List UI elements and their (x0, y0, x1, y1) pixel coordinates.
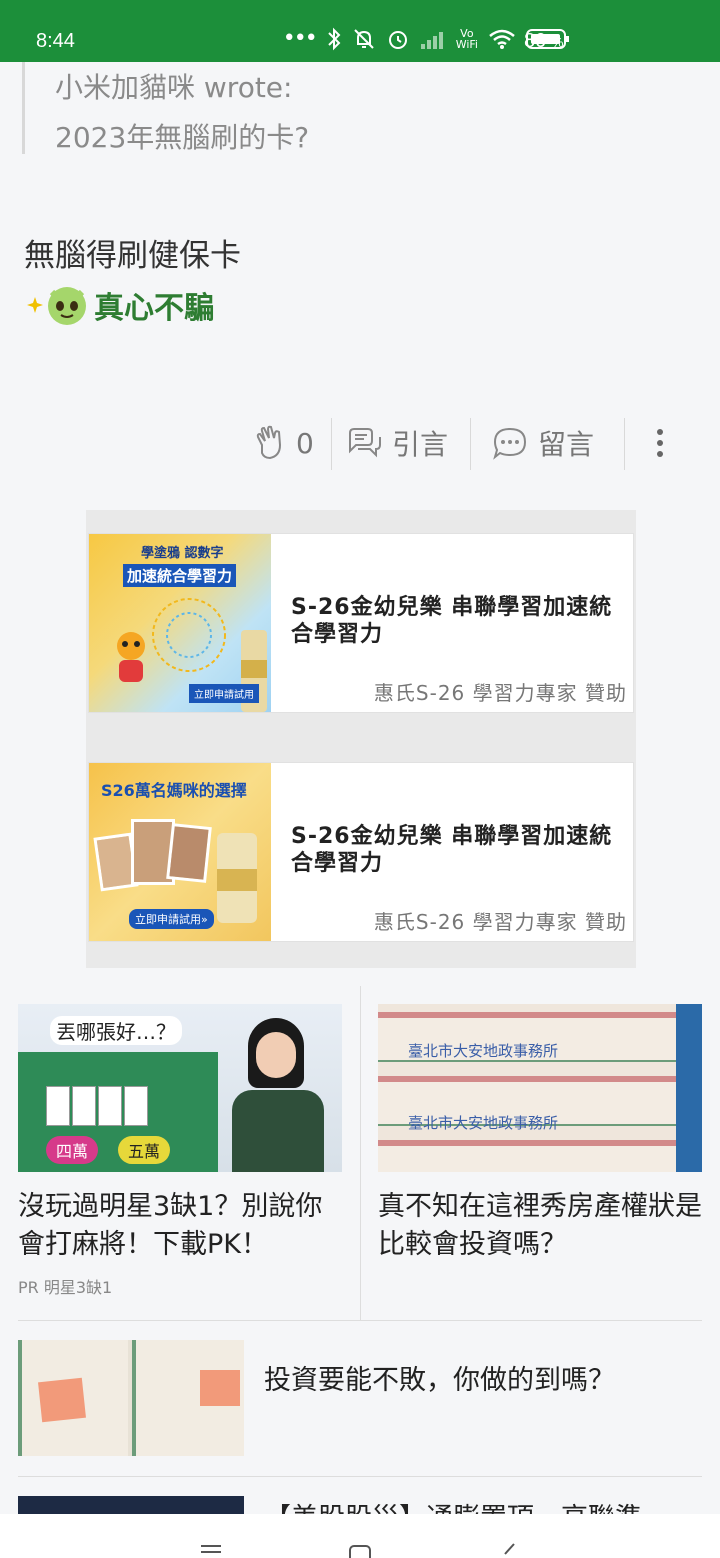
article-card[interactable]: 丟哪張好…？ 四萬 五萬 沒玩過明星3缺1？別說你會打麻將！下載PK！ PR 明… (18, 1004, 342, 1298)
deed-document (378, 1140, 678, 1172)
clap-button[interactable]: 0 (254, 416, 314, 470)
more-vertical-icon (657, 429, 663, 457)
milk-can-icon (217, 833, 257, 923)
card-image-text: 臺北市大安地政事務所 (408, 1042, 559, 1060)
list-divider (18, 1476, 702, 1477)
clap-icon (256, 425, 282, 460)
card-image: 臺北市大安地政事務所 臺北市大安地政事務所 (378, 1004, 702, 1172)
sponsored-ads: 學塗鴉 認數字 加速統合學習力 立即申請試用 S-26金幼兒樂 串聯學習加速統合… (86, 510, 636, 968)
reply-text: 無腦得刷健保卡 (24, 238, 241, 274)
ad-image-text: S26萬名媽咪的選擇 (101, 781, 247, 800)
battery-percentage: 80 % (524, 30, 564, 52)
list-item-title: 投資要能不敗，你做的到嗎？ (264, 1365, 615, 1396)
quote-label: 引言 (392, 428, 449, 461)
article-card[interactable]: 臺北市大安地政事務所 臺北市大安地政事務所 真不知在這裡秀房產權狀是比較會投資嗎… (378, 1004, 702, 1264)
tiger-mascot-icon (117, 632, 145, 682)
clap-count: 0 (296, 426, 314, 460)
ad-image-text: 立即申請試用 (189, 684, 259, 703)
blue-panel (676, 1004, 702, 1172)
recent-apps-icon[interactable] (200, 1544, 222, 1558)
wifi-icon (489, 29, 515, 49)
card-image: 丟哪張好…？ 四萬 五萬 (18, 1004, 342, 1172)
bluetooth-icon (328, 27, 341, 50)
card-pr-label: PR 明星3缺1 (18, 1278, 113, 1297)
more-notifications-icon: ••• (282, 26, 318, 51)
system-navigation-bar (0, 1514, 720, 1558)
sticky-note (200, 1370, 240, 1406)
ad-title: S-26金幼兒樂 串聯學習加速統合學習力 (291, 824, 613, 876)
action-divider (470, 418, 471, 470)
comment-button[interactable]: 留言 (492, 416, 594, 470)
person-figure (228, 1018, 328, 1172)
ad-card[interactable]: 學塗鴉 認數字 加速統合學習力 立即申請試用 S-26金幼兒樂 串聯學習加速統合… (88, 533, 634, 713)
more-options-button[interactable] (652, 416, 668, 470)
home-icon[interactable] (348, 1544, 372, 1558)
status-bar: 8:44 ••• Vo WiFi 80 % (0, 0, 720, 62)
photo-frame (166, 823, 212, 883)
ad-image-text: 加速統合學習力 (123, 564, 237, 587)
action-divider (331, 418, 332, 470)
quote-block: 小米加貓咪 wrote: 2023年無腦刷的卡? (22, 62, 582, 154)
list-divider (18, 1320, 702, 1321)
clock: 8:44 (36, 30, 75, 52)
card-divider (360, 986, 361, 1320)
sticker-text: 真心不騙 (94, 291, 214, 326)
signal-icon (420, 31, 443, 49)
quote-author: 小米加貓咪 wrote: (55, 71, 293, 104)
card-title: 真不知在這裡秀房產權狀是比較會投資嗎？ (378, 1191, 702, 1260)
card-title: 沒玩過明星3缺1？別說你會打麻將！下載PK！ (18, 1191, 323, 1260)
quote-text: 2023年無腦刷的卡? (55, 121, 310, 154)
mute-bell-icon (354, 28, 374, 49)
ad-sponsor: 惠氏S-26 學習力專家 贊助 (373, 681, 627, 705)
ad-image: 學塗鴉 認數字 加速統合學習力 立即申請試用 (89, 534, 271, 712)
action-divider (624, 418, 625, 470)
green-face-sticker-icon (48, 287, 86, 325)
mahjong-tiles (46, 1086, 148, 1126)
ad-title: S-26金幼兒樂 串聯學習加速統合學習力 (291, 595, 613, 647)
sticky-note (38, 1377, 86, 1423)
card-image-text: 五萬 (118, 1136, 171, 1164)
sparkle-icon (27, 297, 43, 313)
back-icon[interactable] (500, 1542, 518, 1558)
ad-image: S26萬名媽咪的選擇 立即申請試用» (89, 763, 271, 941)
quote-chat-icon (349, 428, 381, 458)
ad-card[interactable]: S26萬名媽咪的選擇 立即申請試用» S-26金幼兒樂 串聯學習加速統合學習力 … (88, 762, 634, 942)
comment-icon (493, 427, 527, 460)
comment-label: 留言 (538, 428, 595, 461)
card-image-text: 丟哪張好…？ (50, 1016, 182, 1045)
vowifi-icon: Vo WiFi (455, 26, 478, 51)
sticker: 真心不騙 (26, 282, 214, 328)
card-image-text: 四萬 (46, 1136, 99, 1164)
ad-image-text: 立即申請試用» (129, 909, 214, 929)
alarm-icon (388, 30, 407, 49)
ad-sponsor: 惠氏S-26 學習力專家 贊助 (373, 910, 627, 934)
card-image-text: 臺北市大安地政事務所 (408, 1114, 559, 1132)
post-action-bar: 0 引言 留言 (0, 416, 720, 470)
list-item-image (18, 1340, 244, 1456)
brain-network-icon (152, 598, 226, 672)
quote-button[interactable]: 引言 (346, 416, 448, 470)
ad-image-text: 學塗鴉 認數字 (141, 546, 224, 561)
